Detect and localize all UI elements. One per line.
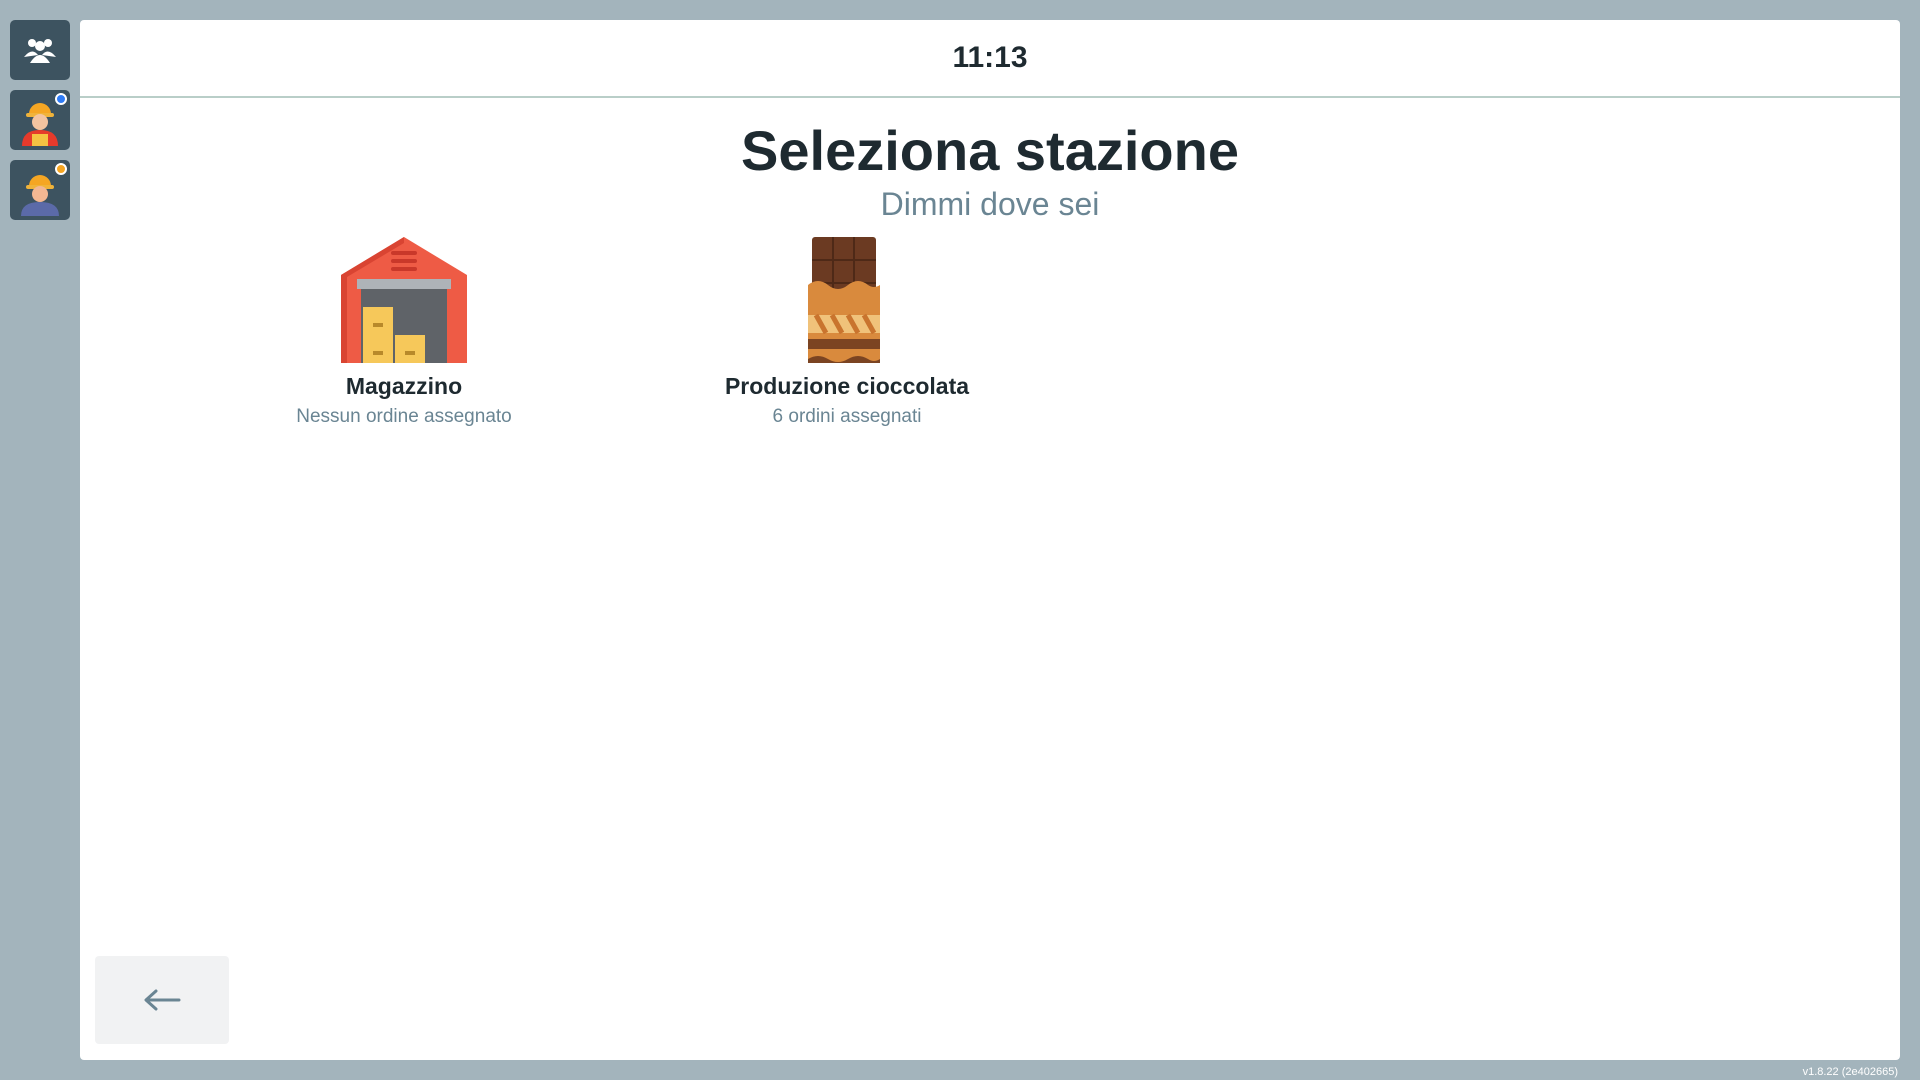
chocolate-bar-icon	[808, 237, 880, 363]
header: 11:13	[80, 20, 1900, 98]
version-label: v1.8.22 (2e402665)	[1802, 1066, 1898, 1078]
station-name: Magazzino	[345, 373, 463, 399]
station-status: Nessun ordine assegnato	[296, 406, 512, 427]
sidebar	[10, 20, 70, 230]
page-title: Seleziona stazione	[741, 119, 1239, 182]
station-status: 6 ordini assegnati	[772, 406, 922, 427]
station-list: Magazzino Nessun ordine assegnato Produz…	[80, 235, 1900, 435]
worker-button-2[interactable]	[10, 160, 70, 220]
worker-button-1[interactable]	[10, 90, 70, 150]
back-button[interactable]	[95, 956, 229, 1044]
station-magazzino[interactable]: Magazzino Nessun ordine assegnato	[244, 235, 564, 428]
main-panel: 11:13 Seleziona stazione Dimmi dove sei …	[80, 20, 1900, 1060]
page-subtitle: Dimmi dove sei	[880, 185, 1100, 222]
station-name: Produzione cioccolata	[724, 373, 970, 399]
warehouse-icon	[341, 237, 467, 363]
team-icon	[24, 39, 56, 63]
station-produzione-cioccolata[interactable]: Produzione cioccolata 6 ordini assegnati	[687, 235, 1007, 428]
team-button[interactable]	[10, 20, 70, 80]
badge-dot	[55, 93, 67, 105]
clock: 11:13	[952, 41, 1028, 74]
arrow-left-icon	[144, 989, 181, 1011]
badge-dot	[55, 163, 67, 175]
